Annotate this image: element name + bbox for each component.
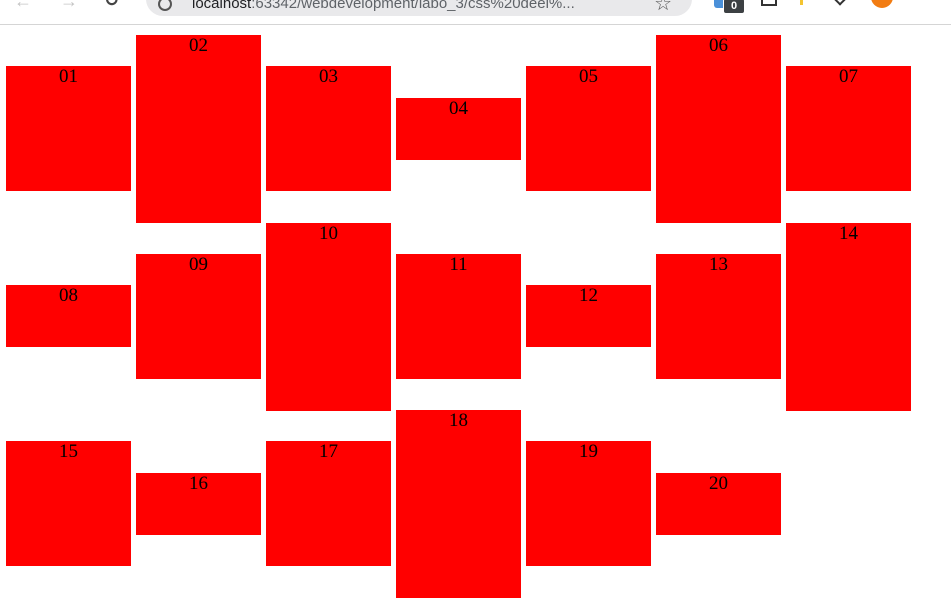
reload-button[interactable]: ↻	[104, 0, 119, 11]
box-01: 01	[6, 66, 131, 191]
forward-button[interactable]: →	[60, 0, 78, 12]
page-content: 01 02 03 04 05 06 07 08 09 10 11 12 13 1…	[0, 25, 951, 606]
box-06: 06	[656, 35, 781, 223]
box-04: 04	[396, 98, 521, 160]
box-07: 07	[786, 66, 911, 191]
pin-icon[interactable]	[800, 0, 803, 5]
box-19: 19	[526, 441, 651, 566]
box-label: 10	[319, 223, 338, 244]
downloads-icon[interactable]	[834, 0, 846, 6]
box-11: 11	[396, 254, 521, 379]
url-host: localhost	[192, 0, 252, 12]
back-button[interactable]: ←	[14, 0, 32, 12]
box-16: 16	[136, 473, 261, 535]
box-label: 06	[709, 35, 728, 56]
url-path: :63342/webdevelopment/labo_3/css%20deel%…	[251, 0, 575, 12]
box-label: 13	[709, 254, 728, 275]
box-label: 08	[59, 285, 78, 306]
profile-avatar[interactable]	[871, 0, 893, 8]
url-text[interactable]: localhost:63342/webdevelopment/labo_3/cs…	[192, 0, 632, 12]
box-18: 18	[396, 410, 521, 598]
box-14: 14	[786, 223, 911, 411]
box-label: 04	[449, 98, 468, 119]
box-03: 03	[266, 66, 391, 191]
box-label: 20	[709, 473, 728, 494]
tab-search-icon[interactable]	[761, 0, 777, 6]
box-17: 17	[266, 441, 391, 566]
box-08: 08	[6, 285, 131, 347]
box-15: 15	[6, 441, 131, 566]
box-label: 19	[579, 441, 598, 462]
box-13: 13	[656, 254, 781, 379]
site-info-icon[interactable]	[158, 0, 172, 11]
box-label: 11	[449, 254, 468, 275]
box-02: 02	[136, 35, 261, 223]
box-10: 10	[266, 223, 391, 411]
box-label: 18	[449, 410, 468, 431]
box-09: 09	[136, 254, 261, 379]
box-label: 17	[319, 441, 338, 462]
box-label: 12	[579, 285, 598, 306]
box-label: 05	[579, 66, 598, 87]
box-label: 01	[59, 66, 78, 87]
box-label: 16	[189, 473, 208, 494]
address-bar[interactable]: localhost:63342/webdevelopment/labo_3/cs…	[146, 0, 692, 16]
box-12: 12	[526, 285, 651, 347]
box-20: 20	[656, 473, 781, 535]
box-label: 02	[189, 35, 208, 56]
extension-badge: 0	[723, 0, 745, 14]
browser-toolbar: ← → ↻ localhost:63342/webdevelopment/lab…	[0, 0, 951, 25]
box-label: 14	[839, 223, 858, 244]
box-label: 09	[189, 254, 208, 275]
bookmark-star-icon[interactable]: ☆	[654, 0, 672, 16]
box-05: 05	[526, 66, 651, 191]
box-label: 03	[319, 66, 338, 87]
box-label: 07	[839, 66, 858, 87]
box-label: 15	[59, 441, 78, 462]
